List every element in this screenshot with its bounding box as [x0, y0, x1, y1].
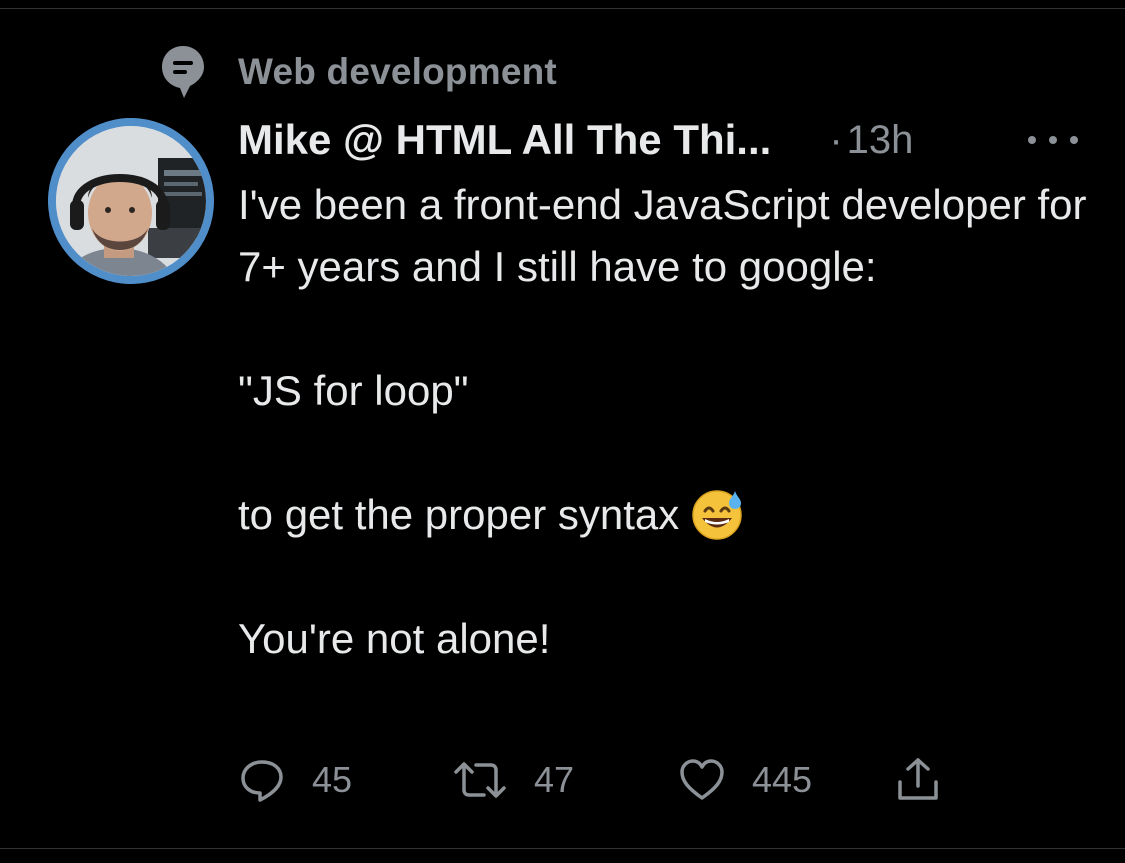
topic-label[interactable]: Web development — [238, 51, 557, 93]
meta-separator: · — [829, 117, 843, 162]
like-count: 445 — [752, 759, 813, 800]
grinning-sweat-emoji — [692, 490, 743, 540]
tweet-text-line: "JS for loop" — [238, 367, 469, 414]
top-divider — [0, 8, 1125, 9]
topic-bubble-icon — [160, 44, 206, 100]
tweet-text-line: to get the proper syntax — [238, 484, 1088, 546]
retweet-button[interactable]: 47 — [452, 752, 574, 808]
tweet-actions: 45 47 445 — [238, 752, 958, 812]
tweet-header: Mike @ HTML All The Thi... · 13h — [238, 112, 1078, 168]
tweet-body: I've been a front-end JavaScript develop… — [238, 174, 1088, 670]
share-icon — [898, 758, 938, 800]
tweet-text-fragment: to get the proper syntax — [238, 491, 680, 538]
like-button[interactable]: 445 — [678, 752, 812, 808]
reply-button[interactable]: 45 — [238, 752, 352, 808]
avatar[interactable] — [48, 118, 214, 284]
author-name[interactable]: Mike @ HTML All The Thi... — [238, 116, 771, 164]
tweet-text-line: You're not alone! — [238, 615, 551, 662]
retweet-count: 47 — [534, 759, 575, 800]
share-button[interactable] — [894, 752, 942, 808]
more-options-icon[interactable] — [1028, 122, 1078, 158]
heart-icon — [680, 759, 724, 800]
bottom-divider — [0, 848, 1125, 849]
reply-icon — [241, 760, 283, 802]
topic-row[interactable]: Web development — [160, 44, 557, 100]
tweet-text-line: I've been a front-end JavaScript develop… — [238, 181, 1087, 290]
tweet-meta: · 13h — [829, 118, 913, 163]
retweet-icon — [454, 762, 506, 798]
tweet-time[interactable]: 13h — [847, 118, 914, 163]
reply-count: 45 — [312, 759, 353, 800]
